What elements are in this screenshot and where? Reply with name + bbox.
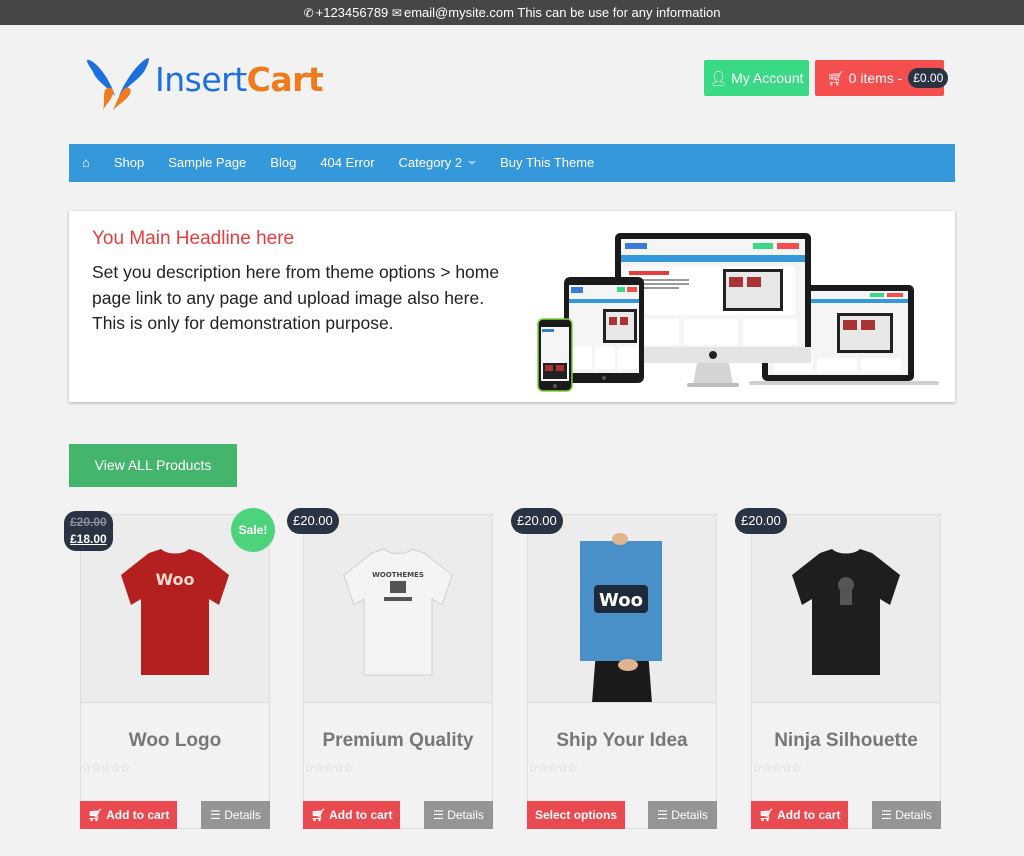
site-logo[interactable]: InsertCart: [83, 52, 324, 114]
svg-text:Woo: Woo: [599, 590, 643, 611]
butterfly-logo-icon: [87, 58, 149, 110]
my-account-button[interactable]: 👤︎ My Account: [704, 60, 809, 96]
product-image[interactable]: WOOTHEMES: [304, 515, 492, 703]
product-title[interactable]: Woo Logo: [81, 730, 269, 752]
star-rating: ☆☆☆☆☆: [528, 761, 578, 775]
product-card: Ninja Silhouette ☆☆☆☆☆ 🛒︎ Add to cart ☰ …: [751, 514, 941, 829]
details-button[interactable]: ☰ Details: [424, 801, 493, 829]
add-to-cart-button[interactable]: 🛒︎ Add to cart: [303, 801, 401, 829]
product-image[interactable]: [752, 515, 940, 703]
cart-button[interactable]: 🛒︎ 0 items - £0.00: [815, 60, 949, 96]
star-rating: ☆☆☆☆☆: [81, 761, 131, 775]
add-to-cart-button[interactable]: 🛒︎ Add to cart: [80, 801, 178, 829]
list-icon: ☰: [881, 808, 892, 822]
logo-text: InsertCart: [155, 60, 324, 99]
cart-icon: 🛒︎: [311, 808, 327, 822]
star-rating: ☆☆☆☆☆: [304, 761, 354, 775]
price-badge: £20.00: [511, 508, 563, 534]
product-title[interactable]: Ninja Silhouette: [752, 730, 940, 752]
envelope-icon: ✉: [391, 6, 402, 20]
nav-item-category-2[interactable]: Category 2: [399, 144, 477, 182]
nav-item-sample-page[interactable]: Sample Page: [168, 144, 246, 182]
star-rating: ☆☆☆☆☆: [752, 761, 802, 775]
sale-badge: Sale!: [231, 508, 275, 552]
home-icon[interactable]: ⌂: [82, 144, 90, 182]
nav-item-shop[interactable]: Shop: [114, 144, 144, 182]
add-to-cart-label: Add to cart: [106, 808, 170, 822]
view-all-products-button[interactable]: View ALL Products: [69, 444, 237, 487]
nav-item-category-2-label: Category 2: [398, 155, 463, 170]
product-card: WOOTHEMES Premium Quality ☆☆☆☆☆ 🛒︎ Add t…: [303, 514, 493, 829]
product-card: Woo Ship Your Idea ☆☆☆☆☆ Select options …: [527, 514, 717, 829]
cart-icon: 🛒︎: [827, 70, 845, 86]
list-icon: ☰: [433, 808, 444, 822]
price-badge: £20.00: [287, 508, 339, 534]
price-badge: £20.00 £18.00: [64, 511, 113, 551]
topbar-info: This can be use for any information: [517, 5, 721, 20]
hero-description: Set you description here from theme opti…: [92, 262, 500, 333]
select-options-label: Select options: [535, 808, 618, 822]
nav-item-blog[interactable]: Blog: [270, 144, 296, 182]
product-title[interactable]: Ship Your Idea: [528, 730, 716, 752]
white-tshirt-image: WOOTHEMES: [343, 548, 453, 676]
black-tshirt-image: [792, 549, 900, 675]
list-icon: ☰: [657, 808, 668, 822]
add-to-cart-label: Add to cart: [777, 808, 841, 822]
details-label: Details: [447, 808, 484, 822]
topbar-phone: +123456789: [315, 5, 389, 20]
chevron-down-icon: [468, 161, 477, 165]
hero-headline: You Main Headline here: [92, 228, 295, 249]
details-label: Details: [671, 808, 708, 822]
main-nav: ⌂ Shop Sample Page Blog 404 Error Catego…: [69, 144, 955, 182]
sale-price: £18.00: [70, 532, 107, 546]
list-icon: ☰: [210, 808, 221, 822]
phone-icon: ✆: [303, 6, 314, 20]
my-account-label: My Account: [731, 70, 804, 86]
svg-text:WOOTHEMES: WOOTHEMES: [372, 571, 424, 579]
user-icon: 👤︎: [709, 70, 728, 86]
add-to-cart-button[interactable]: 🛒︎ Add to cart: [751, 801, 849, 829]
price-badge: £20.00: [735, 508, 787, 534]
details-button[interactable]: ☰ Details: [201, 801, 270, 829]
cart-total-badge: £0.00: [908, 68, 949, 88]
product-image[interactable]: Woo: [528, 515, 716, 703]
original-price: £20.00: [70, 515, 107, 529]
details-button[interactable]: ☰ Details: [648, 801, 717, 829]
select-options-button[interactable]: Select options: [527, 801, 626, 829]
topbar-email: email@mysite.com: [403, 5, 514, 20]
cart-icon: 🛒︎: [88, 808, 104, 822]
woo-poster-image: Woo: [580, 533, 662, 702]
details-button[interactable]: ☰ Details: [872, 801, 941, 829]
details-label: Details: [224, 808, 261, 822]
top-info-bar: ✆ +123456789 ✉ email@mysite.com This can b…: [0, 0, 1024, 25]
hero-banner: You Main Headline here Set you descripti…: [69, 211, 955, 402]
nav-item-buy-this-theme[interactable]: Buy This Theme: [500, 144, 594, 182]
responsive-devices-image: [537, 233, 939, 392]
nav-item-404-error[interactable]: 404 Error: [320, 144, 374, 182]
cart-items-label: 0 items -: [848, 70, 903, 86]
cart-icon: 🛒︎: [759, 808, 775, 822]
product-card: Woo Woo Logo ☆☆☆☆☆ 🛒︎ Add to cart ☰ Deta…: [80, 514, 270, 829]
product-title[interactable]: Premium Quality: [304, 730, 492, 752]
details-label: Details: [895, 808, 932, 822]
add-to-cart-label: Add to cart: [329, 808, 393, 822]
svg-text:Woo: Woo: [155, 570, 194, 589]
